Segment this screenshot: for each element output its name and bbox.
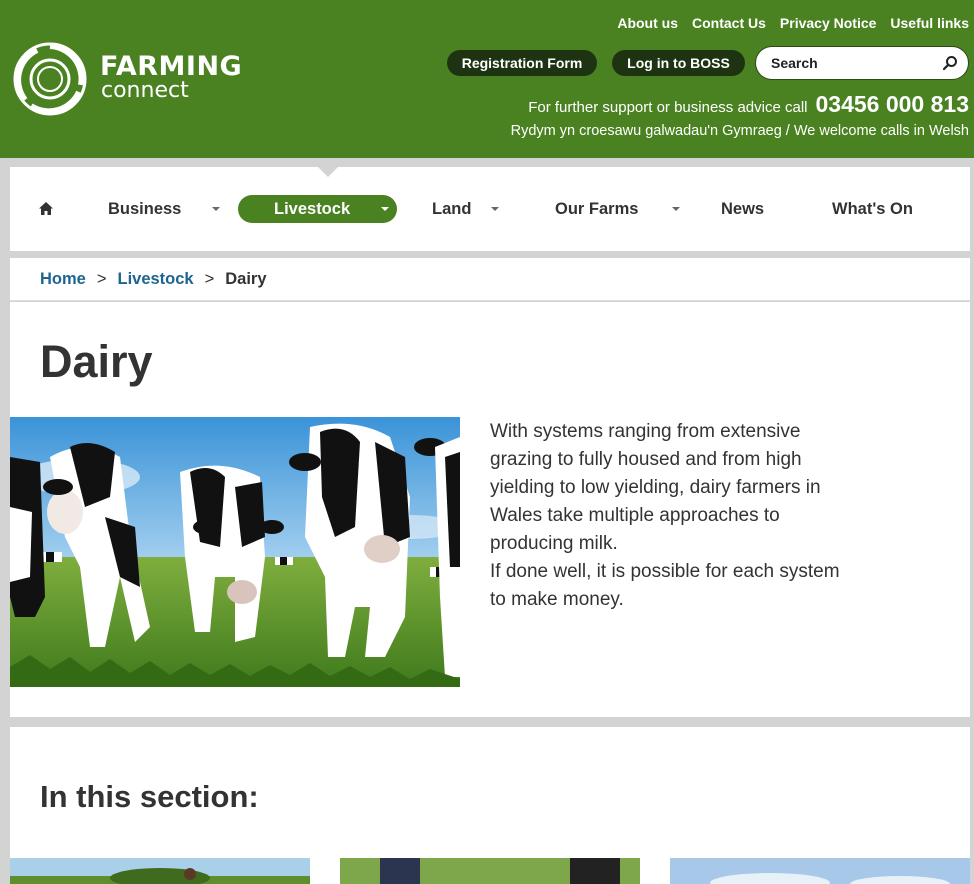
logo-text-farming: FARMING: [100, 51, 243, 82]
section-title: In this section:: [40, 779, 259, 814]
logo-swirl-icon: [13, 42, 87, 116]
boss-login-button[interactable]: Log in to BOSS: [612, 50, 745, 76]
logo-text-connect: connect: [101, 78, 189, 103]
link-contact-us[interactable]: Contact Us: [692, 15, 766, 31]
top-links: About us Contact Us Privacy Notice Usefu…: [617, 15, 969, 31]
nav-pointer: [312, 161, 344, 177]
section-card-image[interactable]: [670, 858, 970, 884]
breadcrumb-current: Dairy: [225, 269, 267, 288]
intro-paragraph-1: With systems ranging from extensive graz…: [490, 421, 821, 554]
breadcrumb-separator: >: [204, 269, 215, 288]
nav-item-our-farms[interactable]: Our Farms: [555, 195, 638, 223]
link-about-us[interactable]: About us: [617, 15, 678, 31]
nav-item-livestock[interactable]: Livestock: [238, 195, 397, 223]
nav-item-whats-on[interactable]: What's On: [832, 195, 913, 223]
chevron-down-icon[interactable]: [491, 207, 499, 211]
link-privacy-notice[interactable]: Privacy Notice: [780, 15, 877, 31]
nav-item-business[interactable]: Business: [108, 195, 181, 223]
chevron-down-icon[interactable]: [672, 207, 680, 211]
registration-form-button[interactable]: Registration Form: [447, 50, 597, 76]
chevron-down-icon[interactable]: [381, 207, 389, 211]
section-card-image[interactable]: [10, 858, 310, 884]
site-header: FARMING connect About us Contact Us Priv…: [0, 0, 974, 158]
main-nav: Business Livestock Land Our Farms News W…: [10, 161, 970, 251]
section-card-image[interactable]: [340, 858, 640, 884]
support-text: For further support or business advice c…: [528, 99, 808, 116]
welsh-language-note: Rydym yn croesawu galwadau'n Gymraeg / W…: [510, 123, 969, 139]
search-icon[interactable]: [942, 55, 958, 71]
chevron-down-icon[interactable]: [212, 207, 220, 211]
search-input[interactable]: [771, 55, 931, 71]
nav-item-land[interactable]: Land: [432, 195, 471, 223]
breadcrumb-separator: >: [96, 269, 107, 288]
support-phone[interactable]: 03456 000 813: [816, 91, 970, 118]
page-title: Dairy: [40, 336, 153, 387]
dairy-cows-image: [10, 417, 460, 687]
home-icon[interactable]: [38, 201, 54, 217]
breadcrumb-home[interactable]: Home: [40, 270, 86, 289]
section-list: In this section:: [10, 727, 970, 884]
breadcrumb-livestock[interactable]: Livestock: [117, 270, 193, 289]
main-content: Dairy With systems ranging from extensiv…: [10, 302, 970, 717]
support-line: For further support or business advice c…: [528, 91, 969, 118]
nav-item-news[interactable]: News: [721, 195, 764, 223]
intro-text: With systems ranging from extensive graz…: [490, 418, 850, 614]
link-useful-links[interactable]: Useful links: [890, 15, 969, 31]
intro-paragraph-2: If done well, it is possible for each sy…: [490, 561, 840, 610]
nav-item-livestock-label: Livestock: [274, 199, 351, 218]
search-box[interactable]: [755, 46, 969, 80]
breadcrumb: Home > Livestock > Dairy: [10, 258, 970, 301]
farming-connect-logo[interactable]: FARMING connect: [11, 40, 243, 118]
